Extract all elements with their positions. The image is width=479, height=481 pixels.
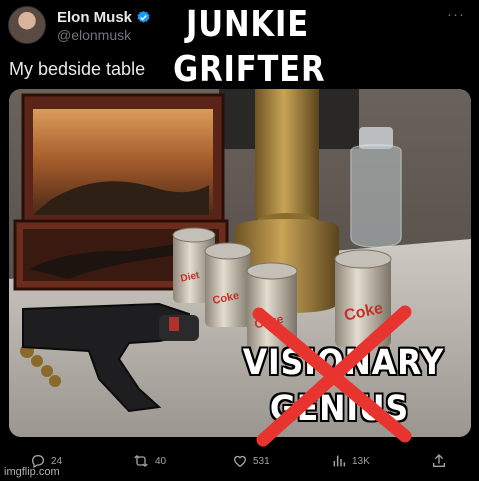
can-4: Coke bbox=[334, 249, 392, 347]
author-name-row[interactable]: Elon Musk bbox=[57, 9, 151, 26]
tweet-actions: 24 40 531 13K bbox=[0, 453, 479, 477]
like-button[interactable]: 531 bbox=[232, 453, 270, 469]
meme-bottom-line-2: GENIUS bbox=[269, 389, 410, 429]
meme-top-text: JUNKIE GRIFTER bbox=[173, 2, 326, 92]
verified-badge-icon bbox=[137, 10, 150, 23]
views-button[interactable]: 13K bbox=[331, 453, 370, 469]
retweet-button[interactable]: 40 bbox=[132, 453, 166, 469]
like-count: 531 bbox=[253, 455, 270, 467]
more-options-icon[interactable]: ··· bbox=[447, 6, 465, 23]
views-count: 13K bbox=[352, 455, 370, 467]
tweet-caption: My bedside table bbox=[9, 59, 146, 79]
reply-count: 24 bbox=[51, 455, 63, 467]
lamp-stem bbox=[255, 89, 319, 219]
meme-top-line-1: JUNKIE bbox=[186, 4, 309, 45]
meme-bottom-text: VISIONARY GENIUS bbox=[242, 340, 445, 432]
share-icon bbox=[433, 454, 445, 467]
avatar[interactable] bbox=[8, 6, 46, 44]
share-button[interactable] bbox=[431, 453, 447, 469]
can-3: Coke bbox=[246, 262, 298, 351]
author-name[interactable]: Elon Musk bbox=[57, 9, 132, 26]
author-handle[interactable]: @elonmusk bbox=[57, 27, 131, 43]
retweet-count: 40 bbox=[155, 455, 167, 467]
watermark: imgflip.com bbox=[4, 466, 60, 478]
meme-bottom-line-1: VISIONARY bbox=[242, 343, 445, 383]
heart-icon bbox=[233, 455, 247, 468]
meme-top-line-2: GRIFTER bbox=[173, 49, 326, 90]
retweet-icon bbox=[134, 455, 148, 467]
views-icon bbox=[333, 455, 346, 467]
can-2: Coke bbox=[204, 242, 252, 327]
tweet-card: Elon Musk @elonmusk ··· My bedside table bbox=[0, 0, 479, 481]
